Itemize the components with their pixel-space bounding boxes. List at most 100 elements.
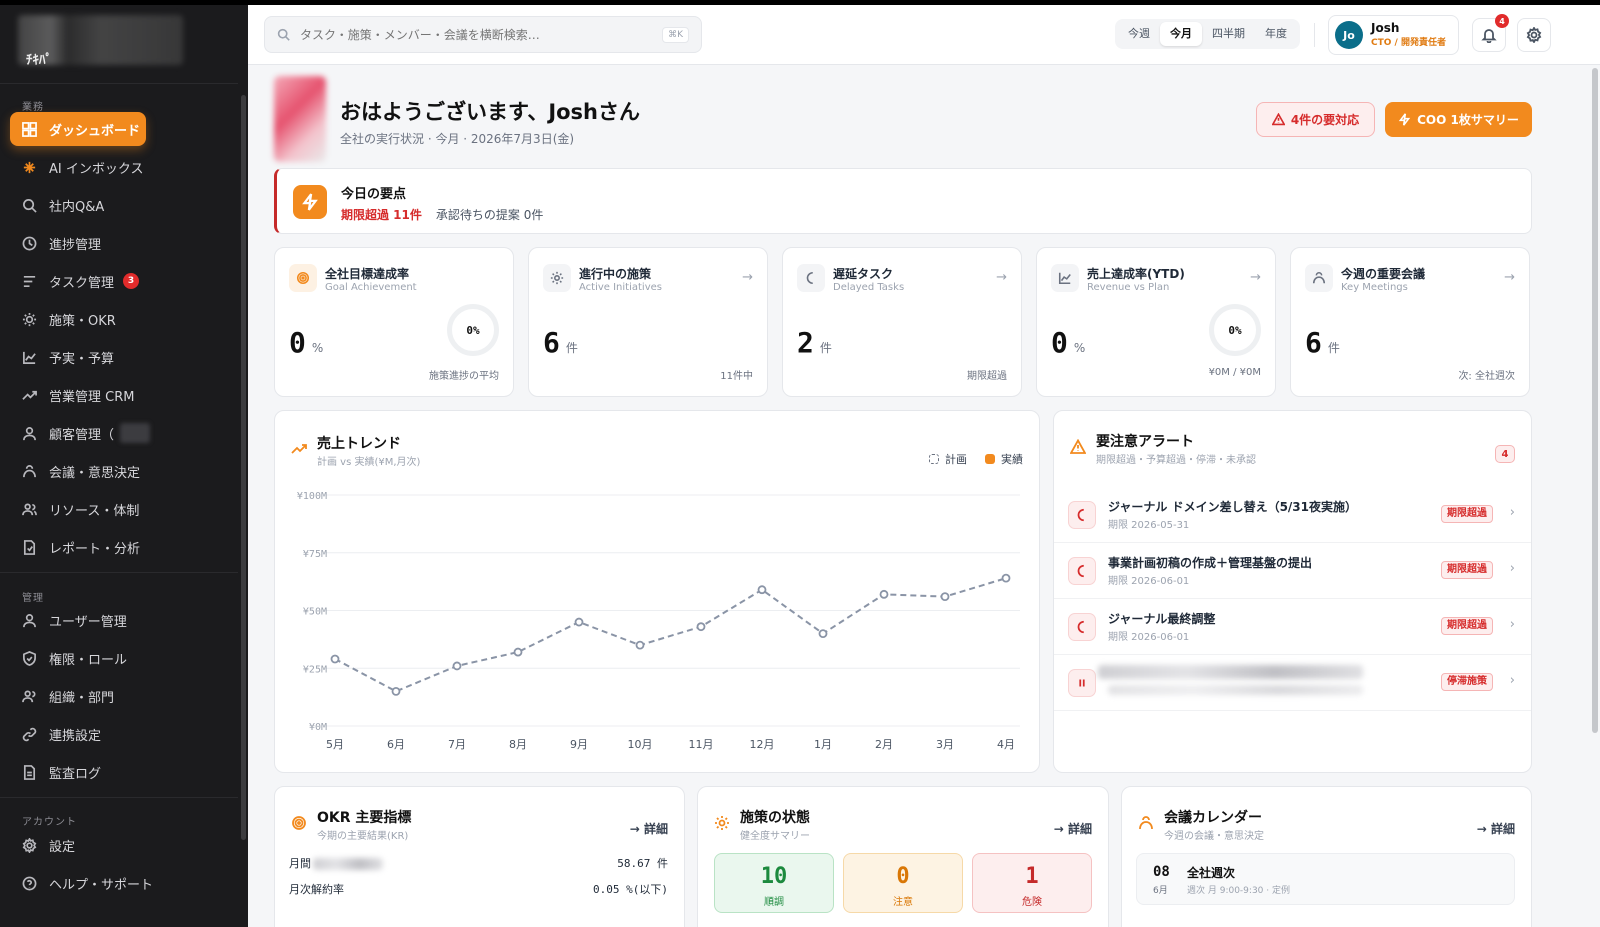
- sidebar-item-okr[interactable]: 施策・OKR: [10, 302, 150, 336]
- settings-button[interactable]: [1517, 18, 1551, 52]
- status-danger[interactable]: 1 危険: [972, 853, 1092, 913]
- sun-icon: [22, 312, 37, 326]
- kpi-subtitle: Key Meetings: [1341, 282, 1408, 293]
- kpi-card-goal[interactable]: 全社目標達成率 Goal Achievement 0% 0% 施策進捗の平均: [274, 247, 514, 397]
- alert-item[interactable]: 停滞施策 ›: [1054, 655, 1531, 711]
- sidebar-item-settings[interactable]: 設定: [10, 828, 150, 862]
- okr-detail-link[interactable]: → 詳細: [630, 820, 668, 837]
- sidebar-item-label: 営業管理 CRM: [49, 389, 135, 405]
- sidebar-scrollbar[interactable]: [241, 95, 246, 840]
- moon-icon: [1068, 613, 1096, 641]
- status-badge: 期限超過: [1441, 561, 1493, 579]
- sidebar-item-org[interactable]: 組織・部門: [10, 679, 150, 713]
- alert-title: 事業計画初稿の作成＋管理基盤の提出: [1108, 556, 1313, 570]
- data-point: [635, 640, 645, 650]
- main-scrollbar[interactable]: [1592, 68, 1598, 733]
- arrow-right-icon[interactable]: →: [1250, 270, 1261, 285]
- okr-panel: OKR 主要指標 今期の主要結果(KR) → 詳細 月間 58.67 件 月次解…: [274, 786, 685, 927]
- alert-title: ジャーナル ドメイン差し替え（5/31夜実施）: [1108, 500, 1358, 514]
- period-year[interactable]: 年度: [1255, 22, 1297, 46]
- main-content: ⌘K 今週 今月 四半期 年度 Jo Josh CTO / 開発責任者 4: [248, 5, 1600, 927]
- shortcut-hint: ⌘K: [662, 26, 689, 43]
- sidebar-item-progress[interactable]: 進捗管理: [10, 226, 150, 260]
- sidebar-item-integrations[interactable]: 連携設定: [10, 717, 150, 751]
- okr-row[interactable]: 月次解約率 0.05 %(以下): [289, 881, 668, 897]
- kpi-value: 6件: [543, 326, 578, 359]
- arrow-right-icon[interactable]: →: [996, 270, 1007, 285]
- y-tick-label: ¥75M: [303, 549, 327, 560]
- event-day: 08: [1153, 864, 1170, 880]
- x-tick-label: 9月: [570, 738, 588, 751]
- sidebar-item-users[interactable]: ユーザー管理: [10, 603, 150, 637]
- blurred-text: [1098, 665, 1363, 679]
- sidebar-item-budget[interactable]: 予実・予算: [10, 340, 150, 374]
- search-icon: [277, 28, 290, 41]
- status-label: 危険: [1022, 897, 1042, 908]
- sidebar-item-help[interactable]: ヘルプ・サポート: [10, 866, 153, 900]
- sidebar-item-ai-inbox[interactable]: AI インボックス: [10, 150, 150, 184]
- alert-item[interactable]: ジャーナル ドメイン差し替え（5/31夜実施） 期限 2026-05-31 期限…: [1054, 487, 1531, 543]
- overdue-count[interactable]: 期限超過 11件: [341, 208, 422, 222]
- kpi-card-revenue[interactable]: 売上達成率(YTD) Revenue vs Plan → 0% 0% ¥0M /…: [1036, 247, 1276, 397]
- sidebar-item-audit-log[interactable]: 監査ログ: [10, 755, 150, 789]
- okr-row[interactable]: 月間 58.67 件: [289, 855, 668, 871]
- search-icon: [23, 198, 37, 213]
- sparkle-icon: [23, 161, 36, 173]
- tasks-badge: 3: [123, 273, 140, 289]
- global-search[interactable]: ⌘K: [264, 16, 702, 53]
- sidebar-item-reports[interactable]: レポート・分析: [10, 530, 150, 564]
- panel-title: 施策の状態: [740, 810, 810, 826]
- y-tick-label: ¥25M: [303, 664, 327, 675]
- sidebar-item-crm[interactable]: 営業管理 CRM: [10, 378, 150, 412]
- status-warning[interactable]: 0 注意: [843, 853, 963, 913]
- sidebar-item-meetings[interactable]: 会議・意思決定: [10, 454, 150, 488]
- sidebar-item-label: リソース・体制: [49, 503, 140, 519]
- lightning-icon: [293, 185, 327, 219]
- status-badge: 期限超過: [1441, 617, 1493, 635]
- status-good[interactable]: 10 順調: [714, 853, 834, 913]
- sidebar-item-qa[interactable]: 社内Q&A: [10, 188, 150, 222]
- kpi-footer: 11件中: [720, 371, 753, 382]
- arrow-right-icon[interactable]: →: [1504, 270, 1515, 285]
- calendar-detail-link[interactable]: → 詳細: [1477, 820, 1515, 837]
- data-point: [696, 622, 706, 632]
- x-tick-label: 12月: [750, 738, 775, 751]
- status-label: 順調: [764, 897, 784, 908]
- sidebar-item-resources[interactable]: リソース・体制: [10, 492, 150, 526]
- x-tick-label: 11月: [689, 738, 714, 751]
- action-required-button[interactable]: 4件の要対応: [1256, 102, 1375, 137]
- sidebar-item-roles[interactable]: 権限・ロール: [10, 641, 150, 675]
- period-week[interactable]: 今週: [1118, 22, 1160, 46]
- arrow-right-icon[interactable]: →: [742, 270, 753, 285]
- kpi-card-initiatives[interactable]: 進行中の施策 Active Initiatives → 6件 11件中: [528, 247, 768, 397]
- alert-item[interactable]: 事業計画初稿の作成＋管理基盤の提出 期限 2026-06-01 期限超過 ›: [1054, 543, 1531, 599]
- coo-summary-button[interactable]: COO 1枚サマリー: [1385, 102, 1532, 137]
- panel-subtitle: 今週の会議・意思決定: [1164, 831, 1264, 842]
- status-count: 0: [896, 864, 910, 889]
- user-icon: [23, 426, 36, 440]
- blurred-text: [1108, 685, 1363, 695]
- okr-label: 月間: [289, 857, 311, 870]
- kpi-card-meetings[interactable]: 今週の重要会議 Key Meetings → 6件 次: 全社週次: [1290, 247, 1530, 397]
- pending-count[interactable]: 承認待ちの提案 0件: [436, 208, 543, 222]
- notifications-button[interactable]: 4: [1472, 14, 1509, 52]
- panel-title: OKR 主要指標: [317, 810, 412, 826]
- sidebar-item-tasks[interactable]: タスク管理 3: [10, 264, 150, 298]
- target-icon: [289, 264, 317, 292]
- user-menu[interactable]: Jo Josh CTO / 開発責任者: [1328, 15, 1459, 55]
- alert-due: 期限 2026-05-31: [1108, 520, 1190, 531]
- period-month[interactable]: 今月: [1160, 22, 1202, 46]
- sidebar-item-customers[interactable]: 顧客管理（: [10, 416, 150, 450]
- alert-item[interactable]: ジャーナル最終調整 期限 2026-06-01 期限超過 ›: [1054, 599, 1531, 655]
- sidebar-item-label: 社内Q&A: [49, 199, 105, 215]
- calendar-event[interactable]: 08 6月 全社週次 週次 月 9:00-9:30 · 定例: [1136, 853, 1515, 905]
- kpi-card-delayed[interactable]: 遅延タスク Delayed Tasks → 2件 期限超過: [782, 247, 1022, 397]
- sidebar-item-dashboard[interactable]: ダッシュボード: [10, 112, 146, 146]
- search-input[interactable]: [300, 27, 663, 42]
- warning-icon: [1070, 439, 1086, 454]
- x-tick-label: 6月: [387, 738, 405, 751]
- kpi-title: 遅延タスク: [833, 267, 894, 281]
- period-quarter[interactable]: 四半期: [1202, 22, 1255, 46]
- y-tick-label: ¥0M: [309, 722, 327, 733]
- status-detail-link[interactable]: → 詳細: [1054, 820, 1092, 837]
